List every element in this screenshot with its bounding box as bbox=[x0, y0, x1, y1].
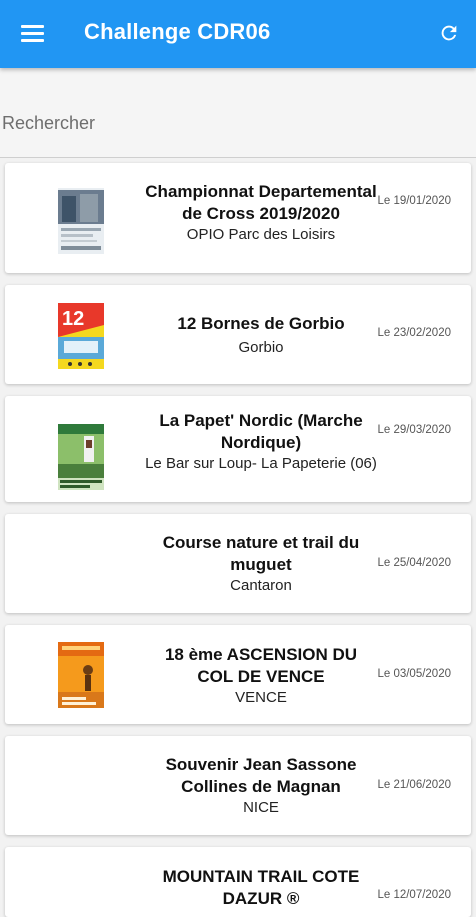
event-card[interactable]: Souvenir Jean Sassone Collines de Magnan… bbox=[5, 736, 471, 835]
event-date: Le 19/01/2020 bbox=[377, 195, 451, 207]
event-location: NICE bbox=[243, 799, 279, 816]
event-title: Championnat Departemental de Cross 2019/… bbox=[145, 182, 377, 223]
event-info: La Papet' Nordic (Marche Nordique) Le Ba… bbox=[145, 410, 377, 474]
search-bar bbox=[0, 68, 476, 158]
event-location: Gorbio bbox=[238, 339, 284, 356]
event-title: 18 ème ASCENSION DU COL DE VENCE bbox=[164, 645, 358, 686]
event-info: 18 ème ASCENSION DU COL DE VENCE VENCE bbox=[145, 644, 377, 708]
event-date: Le 12/07/2020 bbox=[377, 889, 451, 901]
event-card[interactable]: Course nature et trail du muguet Cantaro… bbox=[5, 514, 471, 613]
svg-text:12: 12 bbox=[62, 308, 84, 330]
event-poster-image: 12 bbox=[58, 303, 104, 369]
event-date: Le 23/02/2020 bbox=[377, 327, 451, 339]
event-info: Championnat Departemental de Cross 2019/… bbox=[145, 181, 377, 245]
event-info: Course nature et trail du muguet Cantaro… bbox=[145, 532, 377, 596]
event-info: 12 Bornes de Gorbio Gorbio bbox=[145, 313, 377, 358]
event-poster-image bbox=[58, 424, 104, 490]
event-location: VENCE bbox=[235, 689, 287, 706]
event-location: Cantaron bbox=[230, 577, 292, 594]
search-input[interactable] bbox=[0, 108, 464, 138]
event-title: La Papet' Nordic (Marche Nordique) bbox=[159, 411, 363, 452]
event-date: Le 25/04/2020 bbox=[377, 557, 451, 569]
event-info: Souvenir Jean Sassone Collines de Magnan… bbox=[145, 754, 377, 818]
event-card[interactable]: Championnat Departemental de Cross 2019/… bbox=[5, 163, 471, 273]
event-card[interactable]: La Papet' Nordic (Marche Nordique) Le Ba… bbox=[5, 396, 471, 502]
refresh-icon[interactable] bbox=[438, 22, 460, 44]
event-location: OPIO Parc des Loisirs bbox=[186, 226, 336, 243]
event-title: Course nature et trail du muguet bbox=[162, 533, 360, 574]
event-title: 12 Bornes de Gorbio bbox=[177, 314, 345, 333]
event-info: MOUNTAIN TRAIL COTE DAZUR ® bbox=[145, 866, 377, 910]
event-date: Le 03/05/2020 bbox=[377, 668, 451, 680]
event-poster-image bbox=[58, 642, 104, 708]
event-poster-image bbox=[58, 188, 104, 254]
event-card[interactable]: 18 ème ASCENSION DU COL DE VENCE VENCE L… bbox=[5, 625, 471, 724]
app-bar: Challenge CDR06 bbox=[0, 0, 476, 68]
event-card[interactable]: MOUNTAIN TRAIL COTE DAZUR ® Le 12/07/202… bbox=[5, 847, 471, 917]
event-title: MOUNTAIN TRAIL COTE DAZUR ® bbox=[162, 867, 360, 908]
menu-icon[interactable] bbox=[21, 25, 44, 42]
event-date: Le 21/06/2020 bbox=[377, 779, 451, 791]
event-location: Le Bar sur Loup- La Papeterie (06) bbox=[145, 455, 377, 472]
event-title: Souvenir Jean Sassone Collines de Magnan bbox=[165, 755, 357, 796]
app-title: Challenge CDR06 bbox=[84, 19, 271, 44]
event-card[interactable]: 12 12 Bornes de Gorbio Gorbio Le 23/02/2… bbox=[5, 285, 471, 384]
event-date: Le 29/03/2020 bbox=[377, 424, 451, 436]
